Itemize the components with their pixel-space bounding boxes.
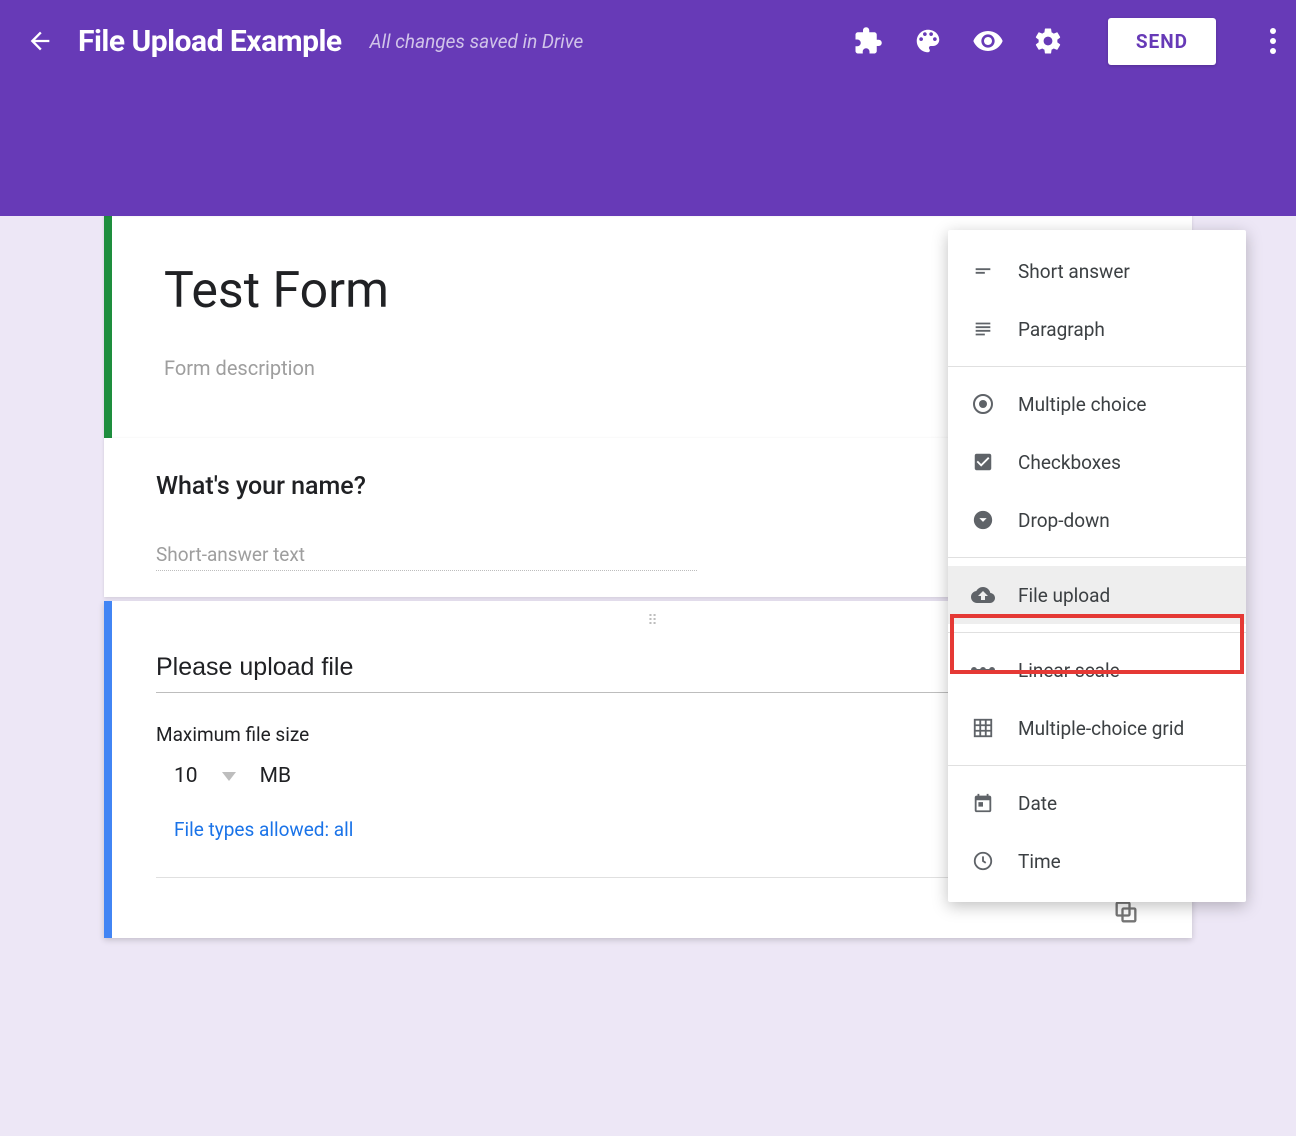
caret-down-icon xyxy=(222,772,236,781)
menu-item-multiple-choice[interactable]: Multiple choice xyxy=(948,375,1246,433)
menu-label: Time xyxy=(1018,850,1061,873)
menu-label: File upload xyxy=(1018,584,1110,607)
menu-item-short-answer[interactable]: Short answer xyxy=(948,242,1246,300)
menu-separator xyxy=(948,765,1246,766)
short-answer-icon xyxy=(970,258,996,284)
menu-label: Checkboxes xyxy=(1018,451,1121,474)
menu-label: Multiple-choice grid xyxy=(1018,717,1184,740)
settings-button[interactable] xyxy=(1032,25,1064,57)
menu-item-paragraph[interactable]: Paragraph xyxy=(948,300,1246,358)
menu-label: Short answer xyxy=(1018,260,1130,283)
menu-item-dropdown[interactable]: Drop-down xyxy=(948,491,1246,549)
save-status: All changes saved in Drive xyxy=(370,30,852,53)
menu-separator xyxy=(948,557,1246,558)
send-button[interactable]: SEND xyxy=(1108,18,1216,65)
menu-item-mc-grid[interactable]: Multiple-choice grid xyxy=(948,699,1246,757)
menu-item-file-upload[interactable]: File upload xyxy=(948,566,1246,624)
menu-label: Drop-down xyxy=(1018,509,1110,532)
menu-label: Paragraph xyxy=(1018,318,1105,341)
menu-separator xyxy=(948,366,1246,367)
calendar-icon xyxy=(970,790,996,816)
cloud-upload-icon xyxy=(970,582,996,608)
menu-item-time[interactable]: Time xyxy=(948,832,1246,890)
theme-button[interactable] xyxy=(912,25,944,57)
more-options-button[interactable] xyxy=(1270,28,1276,54)
radio-icon xyxy=(970,391,996,417)
paragraph-icon xyxy=(970,316,996,342)
eye-icon xyxy=(972,25,1004,57)
header-actions: SEND xyxy=(852,18,1276,65)
grid-icon xyxy=(970,715,996,741)
arrow-left-icon xyxy=(26,27,54,55)
dropdown-icon xyxy=(970,507,996,533)
more-vert-icon xyxy=(1270,28,1276,34)
menu-separator xyxy=(948,632,1246,633)
puzzle-icon xyxy=(853,26,883,56)
menu-label: Linear scale xyxy=(1018,659,1120,682)
menu-item-linear-scale[interactable]: Linear scale xyxy=(948,641,1246,699)
copy-icon xyxy=(1112,898,1140,926)
short-answer-preview: Short-answer text xyxy=(156,543,697,571)
menu-item-date[interactable]: Date xyxy=(948,774,1246,832)
addons-button[interactable] xyxy=(852,25,884,57)
menu-item-checkboxes[interactable]: Checkboxes xyxy=(948,433,1246,491)
gear-icon xyxy=(1033,26,1063,56)
menu-label: Date xyxy=(1018,792,1057,815)
max-file-size-unit: MB xyxy=(260,764,291,788)
app-header: File Upload Example All changes saved in… xyxy=(0,0,1296,82)
menu-label: Multiple choice xyxy=(1018,393,1146,416)
linear-scale-icon xyxy=(970,657,996,683)
max-file-size-value: 10 xyxy=(174,764,198,788)
palette-icon xyxy=(913,26,943,56)
preview-button[interactable] xyxy=(972,25,1004,57)
form-name[interactable]: File Upload Example xyxy=(78,24,342,59)
checkbox-icon xyxy=(970,449,996,475)
question-type-menu: Short answer Paragraph Multiple choice C… xyxy=(948,230,1246,902)
clock-icon xyxy=(970,848,996,874)
back-button[interactable] xyxy=(20,21,60,61)
header-backdrop xyxy=(0,82,1296,216)
